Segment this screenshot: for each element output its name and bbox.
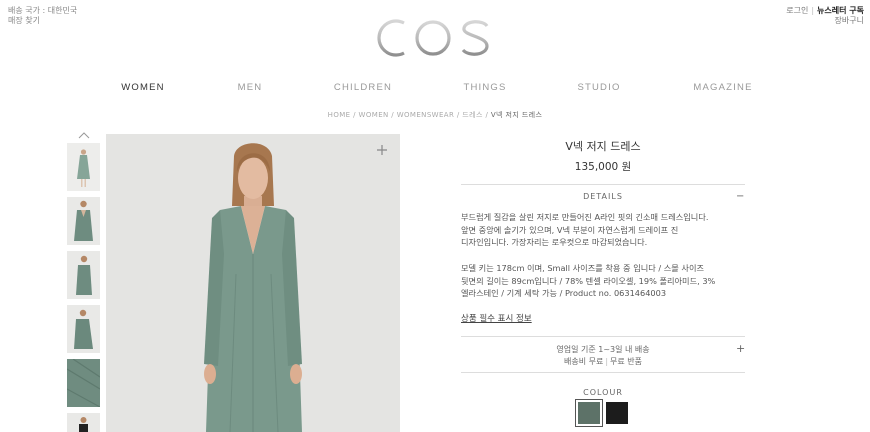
fit-line: 엘라스테인 / 기계 세탁 가능 / Product no. 063146400…: [461, 288, 667, 299]
login-link[interactable]: 로그인: [786, 6, 808, 15]
store-finder-link[interactable]: 매장 찾기: [8, 16, 77, 26]
nav-children[interactable]: CHILDREN: [323, 82, 403, 93]
colour-swatch-black[interactable]: [606, 402, 628, 424]
breadcrumb-dresses[interactable]: 드레스: [462, 111, 483, 119]
top-right-utility: 로그인 | 뉴스레터 구독 장바구니: [786, 6, 864, 26]
nav-men[interactable]: MEN: [220, 82, 280, 93]
divider: |: [605, 357, 609, 366]
shipping-returns: 배송비 무료 | 무료 반품: [461, 356, 745, 367]
product-fit-info: 모델 키는 178cm 이며, Small 사이즈를 착용 중 입니다 / 스몰…: [461, 262, 745, 300]
breadcrumb-separator: /: [388, 111, 397, 119]
shipping-country-link[interactable]: 배송 국가 : 대한민국: [8, 6, 77, 16]
details-heading[interactable]: DETAILS: [461, 192, 745, 201]
product-main-image[interactable]: [106, 134, 400, 432]
colour-heading: COLOUR: [583, 388, 623, 397]
main-nav: WOMEN MEN CHILDREN THINGS STUDIO MAGAZIN…: [0, 82, 870, 96]
shipping-info[interactable]: 영업일 기준 1~3일 내 배송: [461, 344, 745, 355]
description-line: 디자인입니다. 가장자리는 로우컷으로 마감되었습니다.: [461, 237, 648, 248]
free-returns-text: 무료 반품: [610, 357, 643, 366]
product-title: V넥 저지 드레스: [565, 140, 641, 153]
nav-things[interactable]: THINGS: [450, 82, 520, 93]
product-description: 부드럽게 질감을 살린 저지로 만들어진 A라인 핏의 긴소매 드레스입니다. …: [461, 211, 745, 249]
plus-icon[interactable]: +: [736, 342, 745, 355]
thumbnail-4[interactable]: [67, 305, 100, 353]
breadcrumb-separator: /: [350, 111, 359, 119]
cos-logo[interactable]: [371, 14, 495, 62]
nav-magazine[interactable]: MAGAZINE: [683, 82, 763, 93]
thumbnail-5[interactable]: [67, 359, 100, 407]
cart-link[interactable]: 장바구니: [786, 16, 864, 26]
breadcrumb-current: V넥 저지 드레스: [490, 111, 543, 119]
newsletter-link[interactable]: 뉴스레터 구독: [817, 6, 864, 15]
breadcrumb-women[interactable]: WOMEN: [359, 111, 389, 119]
top-left-utility: 배송 국가 : 대한민국 매장 찾기: [8, 6, 77, 26]
divider: |: [811, 6, 815, 15]
description-line: 앞면 중앙에 솔기가 있으며, V넥 부분이 자연스럽게 드레이프 진: [461, 224, 679, 235]
breadcrumb: HOME / WOMEN / WOMENSWEAR / 드레스 / V넥 저지 …: [0, 110, 870, 120]
thumbnail-1[interactable]: [67, 143, 100, 191]
divider: [461, 372, 745, 373]
divider: [461, 336, 745, 337]
thumbnail-6[interactable]: [67, 413, 100, 432]
nav-studio[interactable]: STUDIO: [565, 82, 633, 93]
label-info-link[interactable]: 상품 필수 표시 정보: [461, 312, 532, 324]
nav-women[interactable]: WOMEN: [104, 82, 182, 93]
divider: [461, 184, 745, 185]
minus-icon[interactable]: −: [736, 191, 744, 202]
free-shipping-text: 배송비 무료: [563, 357, 604, 366]
plus-icon[interactable]: [376, 144, 388, 156]
breadcrumb-womenswear[interactable]: WOMENSWEAR: [397, 111, 455, 119]
breadcrumb-home[interactable]: HOME: [328, 111, 351, 119]
description-line: 부드럽게 질감을 살린 저지로 만들어진 A라인 핏의 긴소매 드레스입니다.: [461, 212, 709, 222]
fit-line: 뒷면의 길이는 89cm입니다 / 78% 텐셀 라이오셀, 19% 폴리아미드…: [461, 275, 716, 286]
colour-swatch-green[interactable]: [575, 399, 603, 427]
product-price: 135,000 원: [574, 161, 632, 173]
breadcrumb-separator: /: [482, 111, 491, 119]
product-info-panel: V넥 저지 드레스 135,000 원: [461, 138, 745, 174]
chevron-up-icon[interactable]: [78, 131, 90, 139]
thumbnail-2[interactable]: [67, 197, 100, 245]
thumbnail-3[interactable]: [67, 251, 100, 299]
fit-line: 모델 키는 178cm 이며, Small 사이즈를 착용 중 입니다 / 스몰…: [461, 263, 705, 273]
